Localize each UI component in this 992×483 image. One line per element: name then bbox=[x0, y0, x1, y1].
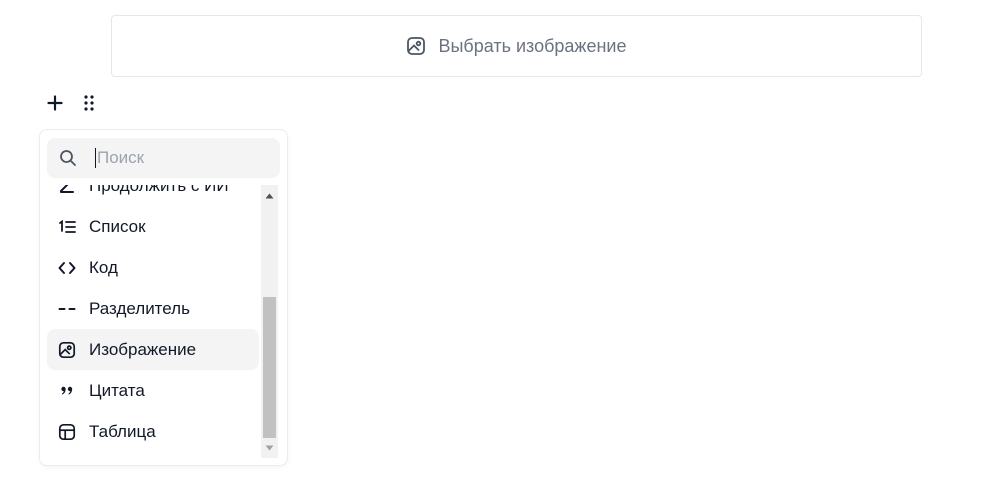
quote-icon bbox=[57, 381, 77, 401]
menu-item-label: Цитата bbox=[89, 380, 145, 400]
menu-item-label: Продолжить с ИИ bbox=[89, 185, 229, 195]
image-icon bbox=[57, 340, 77, 360]
divider-icon bbox=[57, 299, 77, 319]
menu-item-label: Таблица bbox=[89, 421, 156, 441]
menu-item-divider[interactable]: Разделитель bbox=[47, 288, 259, 329]
menu-item-continue-ai[interactable]: Продолжить с ИИ bbox=[47, 185, 259, 206]
menu-item-quote[interactable]: Цитата bbox=[47, 370, 259, 411]
search-box bbox=[47, 138, 280, 178]
code-icon bbox=[57, 258, 77, 278]
menu-item-label: Изображение bbox=[89, 339, 197, 359]
search-icon bbox=[58, 148, 78, 168]
table-icon bbox=[57, 422, 77, 442]
scroll-up-arrow-icon[interactable] bbox=[261, 187, 278, 204]
menu-item-label: Разделитель bbox=[89, 298, 190, 318]
insert-block-menu: Продолжить с ИИ Список bbox=[39, 129, 288, 466]
menu-item-code[interactable]: Код bbox=[47, 247, 259, 288]
choose-image-label: Выбрать изображение bbox=[438, 35, 627, 56]
menu-item-label: Код bbox=[89, 257, 118, 277]
plus-icon[interactable] bbox=[44, 92, 66, 114]
choose-image-button[interactable]: Выбрать изображение bbox=[111, 15, 922, 77]
menu-scrollbar[interactable] bbox=[261, 185, 278, 458]
scroll-down-arrow-icon[interactable] bbox=[261, 439, 278, 456]
numbered-list-icon bbox=[57, 217, 77, 237]
scrollbar-thumb[interactable] bbox=[263, 297, 276, 438]
menu-item-list[interactable]: Список bbox=[47, 206, 259, 247]
block-controls bbox=[44, 92, 100, 114]
image-icon bbox=[406, 36, 426, 56]
menu-item-image[interactable]: Изображение bbox=[47, 329, 259, 370]
menu-item-table[interactable]: Таблица bbox=[47, 411, 259, 452]
menu-item-label: Список bbox=[89, 216, 146, 236]
ai-pen-icon bbox=[57, 185, 77, 196]
search-input[interactable] bbox=[95, 148, 267, 168]
drag-handle-icon[interactable] bbox=[78, 92, 100, 114]
menu-list: Продолжить с ИИ Список Код Разделитель И… bbox=[47, 185, 259, 460]
